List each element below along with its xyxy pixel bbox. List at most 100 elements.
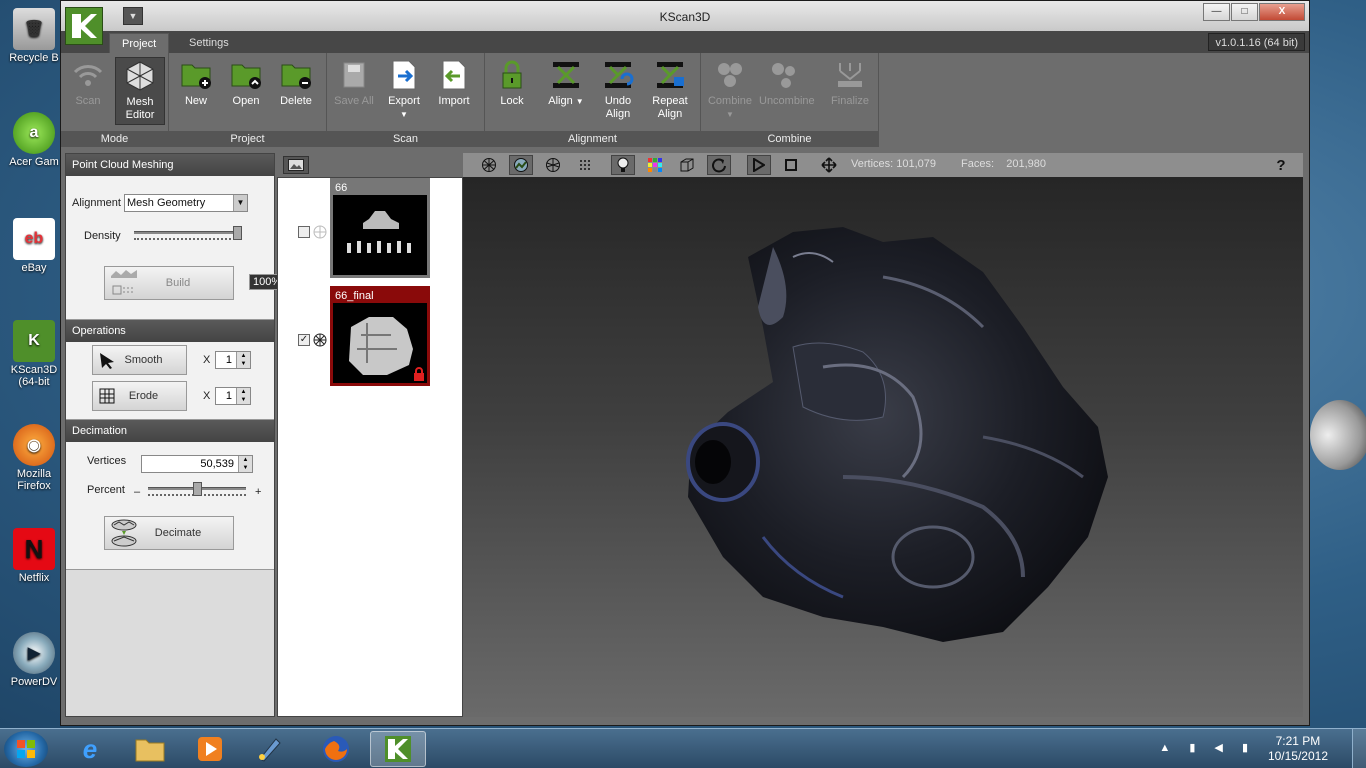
scan-visibility-checkbox[interactable]	[298, 226, 310, 238]
desktop-icon-label: PowerDV	[10, 676, 58, 688]
taskbar-media-player[interactable]	[182, 731, 238, 767]
minimize-button[interactable]: —	[1203, 3, 1230, 21]
vertices-label: Vertices	[87, 455, 127, 467]
percent-plus[interactable]: +	[255, 486, 261, 498]
desktop-icon-recycle-bin[interactable]: 🗑 Recycle B	[4, 8, 64, 64]
view-wireframe-button[interactable]	[477, 155, 501, 175]
section-title-meshing: Point Cloud Meshing	[66, 154, 274, 176]
desktop-icon-ebay[interactable]: eb eBay	[4, 218, 64, 274]
desktop-icon-label: Mozilla Firefox	[16, 468, 52, 492]
new-project-button[interactable]: New	[173, 57, 219, 108]
vertices-input[interactable]: 50,539 ▲ ▼	[141, 455, 253, 473]
desktop-icon-powerdvd[interactable]: ▶ PowerDV	[4, 632, 64, 688]
build-button[interactable]: Build	[104, 266, 234, 300]
density-slider-handle[interactable]	[233, 226, 242, 240]
app-menu-button[interactable]	[65, 7, 103, 45]
3d-viewport[interactable]	[463, 177, 1303, 717]
windows-logo-icon	[17, 740, 35, 758]
undo-align-button[interactable]: Undo Align	[595, 57, 641, 121]
taskbar-paint-tool[interactable]	[242, 731, 298, 767]
open-project-button[interactable]: Open	[223, 57, 269, 108]
density-slider[interactable]	[134, 226, 242, 240]
repeat-align-button[interactable]: Repeat Align	[647, 57, 693, 121]
view-mesh-button[interactable]	[541, 155, 565, 175]
taskbar-file-explorer[interactable]	[122, 731, 178, 767]
viewport-toolbar: Vertices: 101,079 Faces: 201,980 ?	[463, 153, 1303, 177]
quick-access-dropdown-button[interactable]: ▼	[123, 7, 143, 25]
taskbar-clock[interactable]: 7:21 PM 10/15/2012	[1268, 734, 1328, 764]
save-all-button[interactable]: Save All	[331, 57, 377, 108]
percent-slider-handle[interactable]	[193, 482, 202, 496]
erode-button[interactable]: Erode	[92, 381, 187, 411]
stop-button[interactable]	[779, 155, 803, 175]
move-mode-button[interactable]	[817, 155, 841, 175]
select-mode-button[interactable]	[747, 155, 771, 175]
toggle-color-button[interactable]	[643, 155, 667, 175]
tab-settings[interactable]: Settings	[177, 33, 241, 53]
erode-times-label: X	[203, 390, 211, 402]
desktop-icon-netflix[interactable]: N Netflix	[4, 528, 64, 584]
stepper-arrows-icon[interactable]: ▲ ▼	[238, 456, 252, 472]
align-button[interactable]: Align ▼	[543, 57, 589, 108]
mesh-wire-icon[interactable]	[312, 332, 328, 348]
view-textured-button[interactable]	[509, 155, 533, 175]
mesh-editor-button[interactable]: Mesh Editor	[115, 57, 165, 125]
lock-icon	[502, 60, 522, 89]
scan-preview-image	[349, 317, 413, 375]
taskbar-internet-explorer[interactable]: e	[62, 731, 118, 767]
ribbon-tab-row: Project Settings v1.0.1.16 (64 bit)	[61, 31, 1309, 53]
ebay-icon: eb	[13, 218, 55, 260]
taskbar-kscan3d[interactable]	[370, 731, 426, 767]
tab-project[interactable]: Project	[109, 33, 170, 53]
percent-slider[interactable]	[148, 482, 246, 496]
desktop-wallpaper-decoration	[1310, 400, 1366, 470]
finalize-button[interactable]: Finalize	[827, 57, 873, 108]
vertices-count-label: Vertices: 101,079	[851, 158, 937, 170]
view-points-button[interactable]	[573, 155, 597, 175]
stepper-arrows-icon[interactable]: ▲ ▼	[236, 352, 250, 368]
export-button[interactable]: Export ▼	[381, 57, 427, 121]
scan-visibility-checkbox[interactable]: ✓	[298, 334, 310, 346]
build-button-label: Build	[165, 277, 191, 289]
scan-preview-image	[347, 211, 411, 253]
smooth-button[interactable]: Smooth	[92, 345, 187, 375]
wireframe-icon[interactable]	[312, 224, 328, 240]
desktop-icon-acer-games[interactable]: a Acer Gam	[4, 112, 64, 168]
decimate-button[interactable]: Decimate	[104, 516, 234, 550]
rotate-mode-button[interactable]	[707, 155, 731, 175]
light-bulb-icon	[617, 157, 629, 172]
move-arrows-icon	[821, 157, 837, 173]
window-title: KScan3D	[659, 10, 711, 24]
thumbnail-view-button[interactable]	[283, 156, 309, 174]
chevron-down-icon[interactable]: ▼	[233, 195, 247, 211]
smooth-iterations-stepper[interactable]: 1 ▲ ▼	[215, 351, 251, 369]
ribbon-group-label: Scan	[327, 131, 484, 147]
lock-button[interactable]: Lock	[489, 57, 535, 108]
ribbon-group-label: Project	[169, 131, 326, 147]
uncombine-button[interactable]: Uncombine	[759, 57, 815, 108]
ribbon-group-alignment: Lock Align ▼ Undo Align Repeat Align Ali…	[485, 53, 701, 147]
erode-iterations-stepper[interactable]: 1 ▲ ▼	[215, 387, 251, 405]
maximize-button[interactable]: □	[1231, 3, 1258, 21]
scan-thumbnail-selected[interactable]: 66_final	[330, 286, 430, 386]
percent-minus[interactable]: –	[134, 486, 140, 498]
taskbar-firefox[interactable]	[308, 731, 364, 767]
delete-project-button[interactable]: Delete	[273, 57, 319, 108]
toggle-lighting-button[interactable]	[611, 155, 635, 175]
help-button[interactable]: ?	[1269, 155, 1293, 175]
textured-view-icon	[514, 158, 528, 172]
close-button[interactable]: X	[1259, 3, 1305, 21]
start-button[interactable]	[4, 731, 48, 767]
show-desktop-button[interactable]	[1352, 729, 1366, 768]
desktop-icon-kscan3d[interactable]: K KScan3D (64-bit	[4, 320, 64, 388]
combine-button[interactable]: Combine ▼	[705, 57, 755, 121]
alignment-select[interactable]: Mesh Geometry ▼	[124, 194, 248, 212]
import-button[interactable]: Import	[431, 57, 477, 108]
desktop-icon-firefox[interactable]: ◉ Mozilla Firefox	[4, 424, 64, 492]
scan-mode-button[interactable]: Scan	[65, 57, 111, 108]
toggle-bounding-box-button[interactable]	[675, 155, 699, 175]
stepper-arrows-icon[interactable]: ▲ ▼	[236, 388, 250, 404]
system-tray[interactable]: ▲ ▮ ◀ ▮	[1159, 741, 1256, 754]
scan-thumbnail[interactable]: 66	[330, 178, 430, 278]
title-bar[interactable]: KScan3D ▼ — □ X	[61, 1, 1309, 31]
